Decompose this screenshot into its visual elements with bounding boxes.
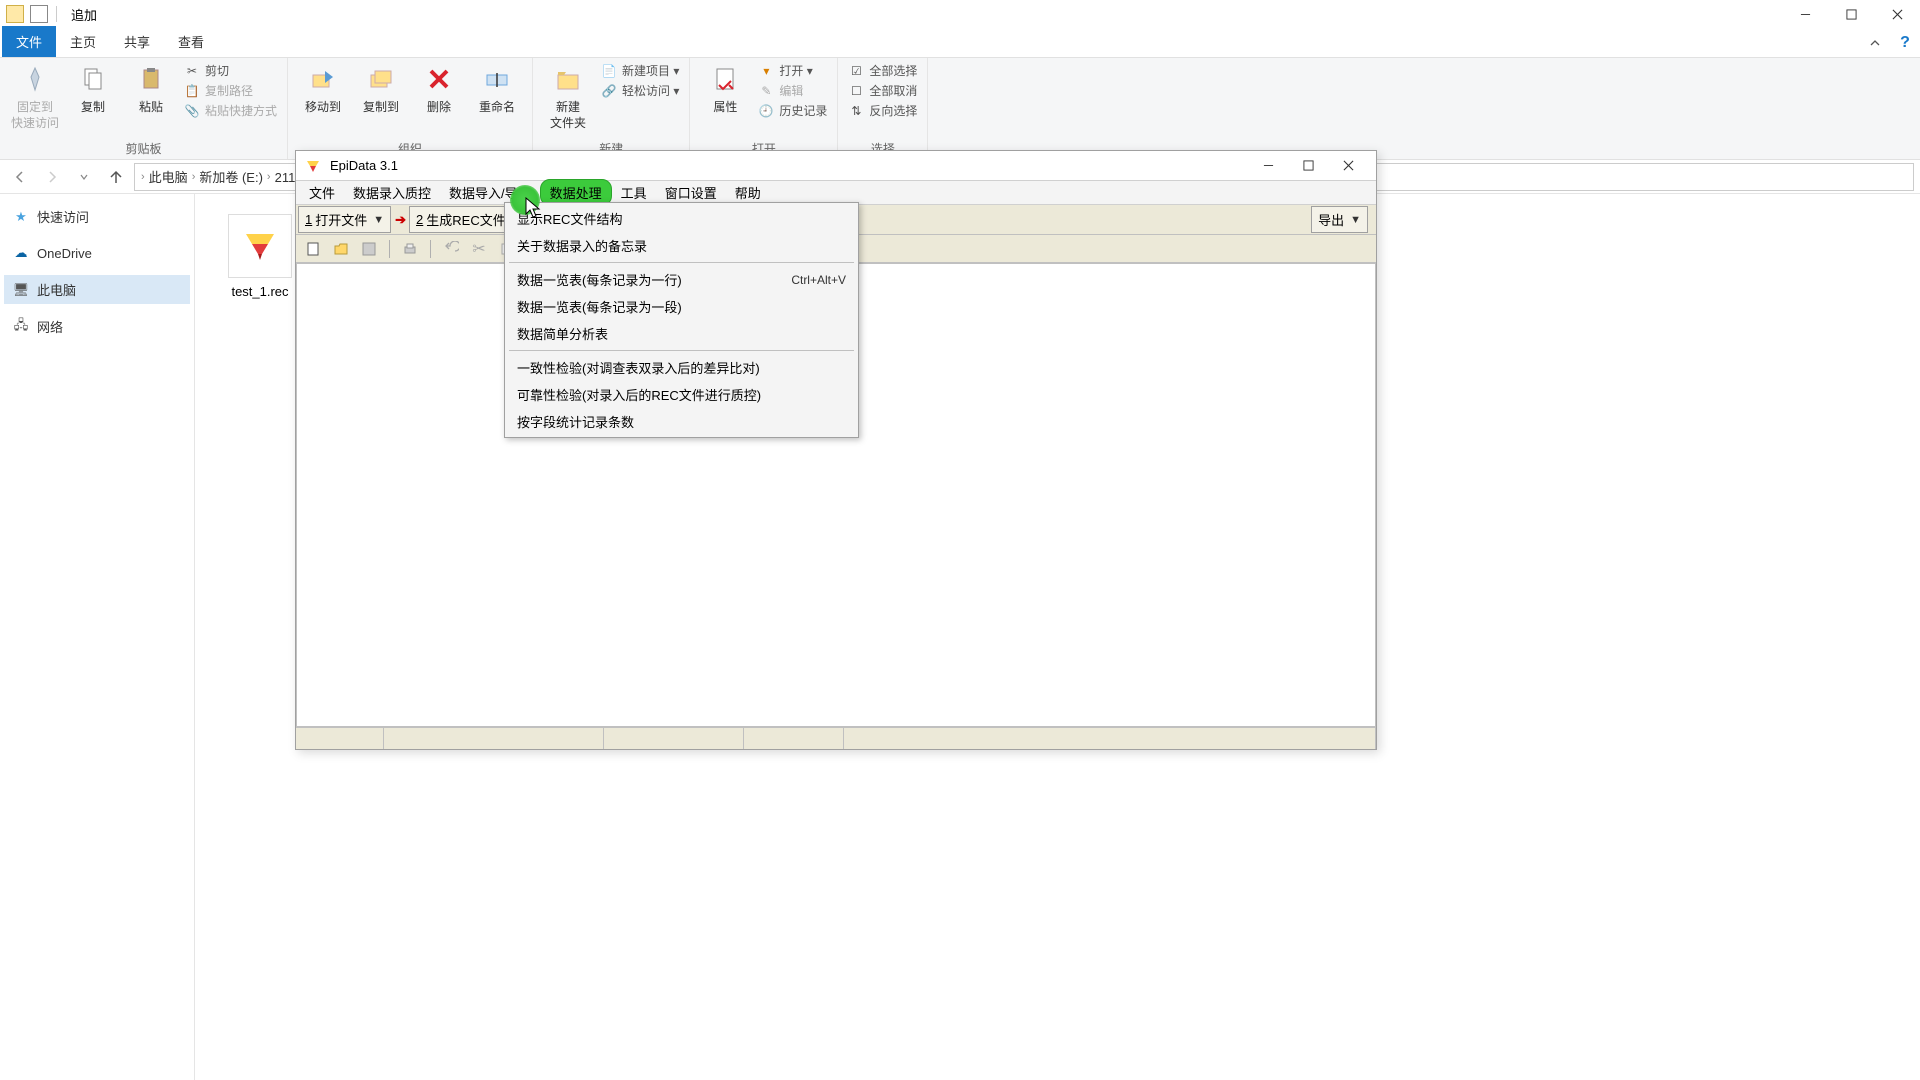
new-item-button[interactable]: 📄新建项目 ▾ <box>601 62 679 79</box>
breadcrumb-item[interactable]: 新加卷 (E:) <box>199 167 263 186</box>
easy-access-button[interactable]: 🔗轻松访问 ▾ <box>601 82 679 99</box>
epidata-close-button[interactable] <box>1328 152 1368 180</box>
print-icon[interactable] <box>399 239 421 259</box>
recent-dropdown-icon[interactable] <box>70 163 98 191</box>
group-clipboard-label: 剪贴板 <box>10 138 277 157</box>
minimize-button[interactable] <box>1782 0 1828 28</box>
history-button[interactable]: 🕘历史记录 <box>758 102 827 119</box>
epidata-logo-icon <box>304 157 322 175</box>
cloud-icon: ☁ <box>12 244 30 262</box>
menu-item-list-by-block[interactable]: 数据一览表(每条记录为一段) <box>505 293 858 320</box>
move-to-button[interactable]: 移动到 <box>298 62 348 115</box>
menu-item-list-by-row[interactable]: 数据一览表(每条记录为一行)Ctrl+Alt+V <box>505 266 858 293</box>
ribbon-collapse-icon[interactable] <box>1860 28 1890 58</box>
menu-item-simple-analysis[interactable]: 数据简单分析表 <box>505 320 858 347</box>
new-doc-icon[interactable] <box>302 239 324 259</box>
select-none-button[interactable]: ☐全部取消 <box>848 82 917 99</box>
ribbon-tabstrip: 文件 主页 共享 查看 ? <box>0 28 1920 58</box>
star-icon: ★ <box>12 208 30 226</box>
copy-to-button[interactable]: 复制到 <box>356 62 406 115</box>
epidata-maximize-button[interactable] <box>1288 152 1328 180</box>
up-button[interactable] <box>102 163 130 191</box>
tab-share[interactable]: 共享 <box>110 26 164 57</box>
copy-path-button[interactable]: 📋复制路径 <box>184 82 277 99</box>
maximize-button[interactable] <box>1828 0 1874 28</box>
open-button[interactable]: ▾打开 ▾ <box>758 62 827 79</box>
tab-file[interactable]: 文件 <box>2 26 56 57</box>
open-folder-icon[interactable] <box>330 239 352 259</box>
tab-view[interactable]: 查看 <box>164 26 218 57</box>
file-name: test_1.rec <box>231 284 288 299</box>
data-process-dropdown: 显示REC文件结构 关于数据录入的备忘录 数据一览表(每条记录为一行)Ctrl+… <box>504 202 859 438</box>
breadcrumb-item[interactable]: 此电脑 <box>149 167 188 186</box>
window-title: 追加 <box>71 5 97 24</box>
file-thumb-icon <box>228 214 292 278</box>
cut-icon[interactable]: ✂ <box>468 239 490 259</box>
stage-export[interactable]: 导出 ▼ <box>1311 206 1368 233</box>
delete-button[interactable]: 删除 <box>414 62 464 115</box>
close-button[interactable] <box>1874 0 1920 28</box>
nav-tree: ★ 快速访问 ☁ OneDrive 🖥 此电脑 🖧 网络 <box>0 194 195 1080</box>
paste-button[interactable]: 粘贴 <box>126 62 176 115</box>
ribbon: 固定到 快速访问 复制 粘贴 ✂剪切 📋复制路径 📎粘贴快捷方式 剪贴板 <box>0 58 1920 160</box>
menu-item-consistency-check[interactable]: 一致性检验(对调查表双录入后的差异比对) <box>505 354 858 381</box>
menu-item-count-by-field[interactable]: 按字段统计记录条数 <box>505 408 858 435</box>
tab-home[interactable]: 主页 <box>56 26 110 57</box>
chevron-down-icon: ▼ <box>370 214 384 226</box>
select-all-button[interactable]: ☑全部选择 <box>848 62 917 79</box>
epidata-minimize-button[interactable] <box>1248 152 1288 180</box>
tree-quick-access[interactable]: ★ 快速访问 <box>4 202 190 231</box>
ribbon-help-icon[interactable]: ? <box>1890 28 1920 58</box>
chevron-down-icon: ▼ <box>1347 214 1361 226</box>
new-folder-button[interactable]: 新建 文件夹 <box>543 62 593 131</box>
network-icon: 🖧 <box>12 318 30 336</box>
back-button[interactable] <box>6 163 34 191</box>
cut-button[interactable]: ✂剪切 <box>184 62 277 79</box>
doc-icon <box>30 5 48 23</box>
arrow-right-icon: ➔ <box>392 212 409 228</box>
tree-onedrive[interactable]: ☁ OneDrive <box>4 239 190 267</box>
folder-icon <box>6 5 24 23</box>
explorer-titlebar: 追加 <box>0 0 1920 28</box>
edit-button[interactable]: ✎编辑 <box>758 82 827 99</box>
menu-data-entry[interactable]: 数据录入质控 <box>344 180 440 205</box>
epidata-titlebar[interactable]: EpiData 3.1 <box>296 151 1376 181</box>
rename-button[interactable]: 重命名 <box>472 62 522 115</box>
tree-this-pc[interactable]: 🖥 此电脑 <box>4 275 190 304</box>
stage-1-open-file[interactable]: 1 打开文件 ▼ <box>298 206 391 233</box>
epidata-statusbar <box>296 727 1376 749</box>
invert-selection-button[interactable]: ⇅反向选择 <box>848 102 917 119</box>
menu-item-data-entry-notes[interactable]: 关于数据录入的备忘录 <box>505 232 858 259</box>
tree-network[interactable]: 🖧 网络 <box>4 312 190 341</box>
forward-button[interactable] <box>38 163 66 191</box>
save-icon[interactable] <box>358 239 380 259</box>
pc-icon: 🖥 <box>12 281 30 299</box>
paste-shortcut-button[interactable]: 📎粘贴快捷方式 <box>184 102 277 119</box>
file-item[interactable]: test_1.rec <box>215 214 305 299</box>
menu-item-reliability-check[interactable]: 可靠性检验(对录入后的REC文件进行质控) <box>505 381 858 408</box>
epidata-title: EpiData 3.1 <box>330 158 398 173</box>
menu-file[interactable]: 文件 <box>300 180 344 205</box>
pin-to-quickaccess-button[interactable]: 固定到 快速访问 <box>10 62 60 131</box>
properties-button[interactable]: 属性 <box>700 62 750 115</box>
menu-item-show-rec-structure[interactable]: 显示REC文件结构 <box>505 205 858 232</box>
undo-icon[interactable] <box>440 239 462 259</box>
copy-button[interactable]: 复制 <box>68 62 118 115</box>
